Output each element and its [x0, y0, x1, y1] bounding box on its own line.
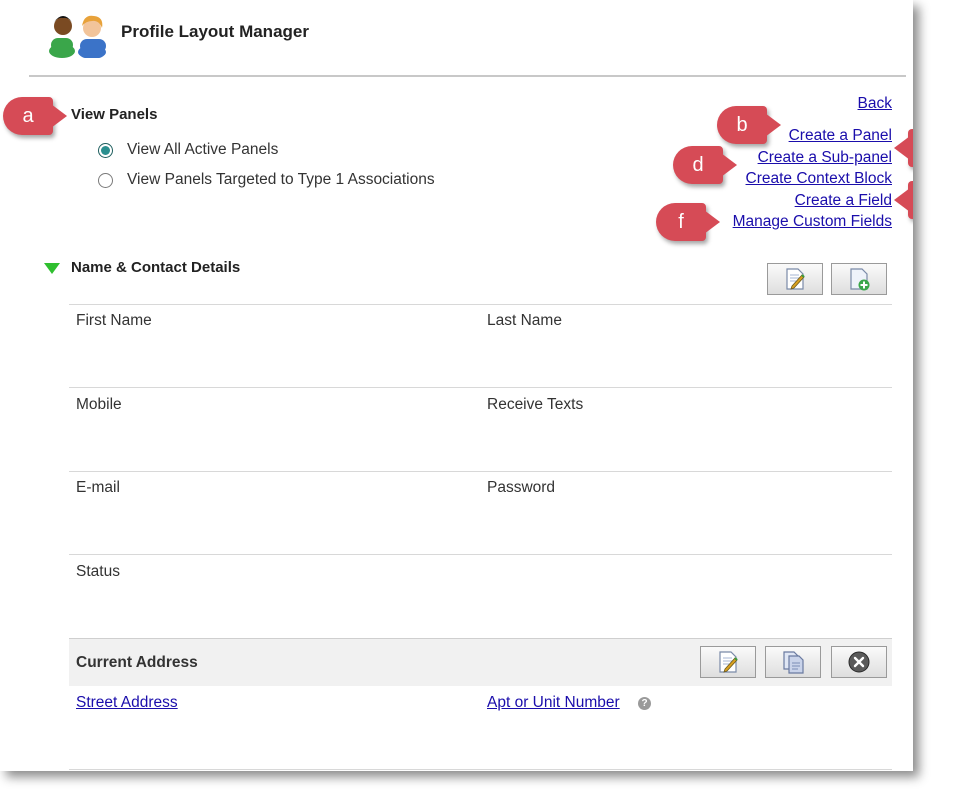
callout-badge-a: a: [3, 97, 67, 135]
radio-button-checked[interactable]: [98, 142, 113, 158]
create-subpanel-link[interactable]: Create a Sub-panel: [758, 149, 892, 167]
header-divider: [29, 75, 906, 77]
radio-view-type1[interactable]: View Panels Targeted to Type 1 Associati…: [98, 170, 435, 190]
create-panel-link[interactable]: Create a Panel: [789, 127, 892, 145]
subpanel-title: Current Address: [76, 654, 198, 671]
copy-icon: [783, 651, 804, 674]
radio-label: View Panels Targeted to Type 1 Associati…: [127, 171, 435, 188]
edit-icon: [719, 651, 738, 673]
copy-subpanel-button[interactable]: [765, 646, 821, 678]
field-street-address-link[interactable]: Street Address: [76, 694, 178, 712]
radio-button[interactable]: [98, 172, 113, 188]
field-divider: [69, 471, 892, 472]
callout-badge-f: f: [656, 203, 720, 241]
delete-subpanel-button[interactable]: [831, 646, 887, 678]
add-icon: [850, 268, 870, 291]
field-password: Password: [487, 479, 556, 496]
manage-custom-fields-link[interactable]: Manage Custom Fields: [733, 213, 892, 231]
radio-view-all-active[interactable]: View All Active Panels: [98, 140, 278, 160]
create-field-link[interactable]: Create a Field: [795, 192, 892, 210]
field-divider: [69, 304, 892, 305]
delete-icon: [848, 651, 870, 673]
field-receive-texts: Receive Texts: [487, 396, 584, 413]
field-email: E-mail: [76, 479, 120, 496]
field-divider: [69, 769, 892, 770]
page-title: Profile Layout Manager: [121, 22, 309, 41]
field-status: Status: [76, 563, 120, 580]
create-context-block-link[interactable]: Create Context Block: [746, 170, 892, 188]
callout-badge-e: e: [894, 181, 913, 219]
field-last-name: Last Name: [487, 312, 562, 329]
field-divider: [69, 638, 892, 639]
edit-icon: [786, 268, 805, 290]
view-panels-heading: View Panels: [71, 106, 158, 123]
people-icon: [48, 8, 108, 59]
edit-panel-button[interactable]: [767, 263, 823, 295]
add-subpanel-button[interactable]: [831, 263, 887, 295]
collapse-triangle-icon[interactable]: [44, 263, 60, 274]
help-icon[interactable]: ?: [638, 697, 651, 710]
field-mobile: Mobile: [76, 396, 122, 413]
callout-badge-b: b: [717, 106, 781, 144]
field-divider: [69, 554, 892, 555]
callout-badge-c: c: [894, 129, 913, 167]
profile-layout-manager-window: Profile Layout Manager View Panels View …: [0, 0, 913, 771]
back-link[interactable]: Back: [858, 95, 892, 113]
radio-label: View All Active Panels: [127, 141, 279, 158]
field-first-name: First Name: [76, 312, 152, 329]
section-title: Name & Contact Details: [71, 259, 241, 276]
field-apt-unit-link[interactable]: Apt or Unit Number: [487, 694, 620, 712]
edit-subpanel-button[interactable]: [700, 646, 756, 678]
field-divider: [69, 387, 892, 388]
callout-badge-d: d: [673, 146, 737, 184]
